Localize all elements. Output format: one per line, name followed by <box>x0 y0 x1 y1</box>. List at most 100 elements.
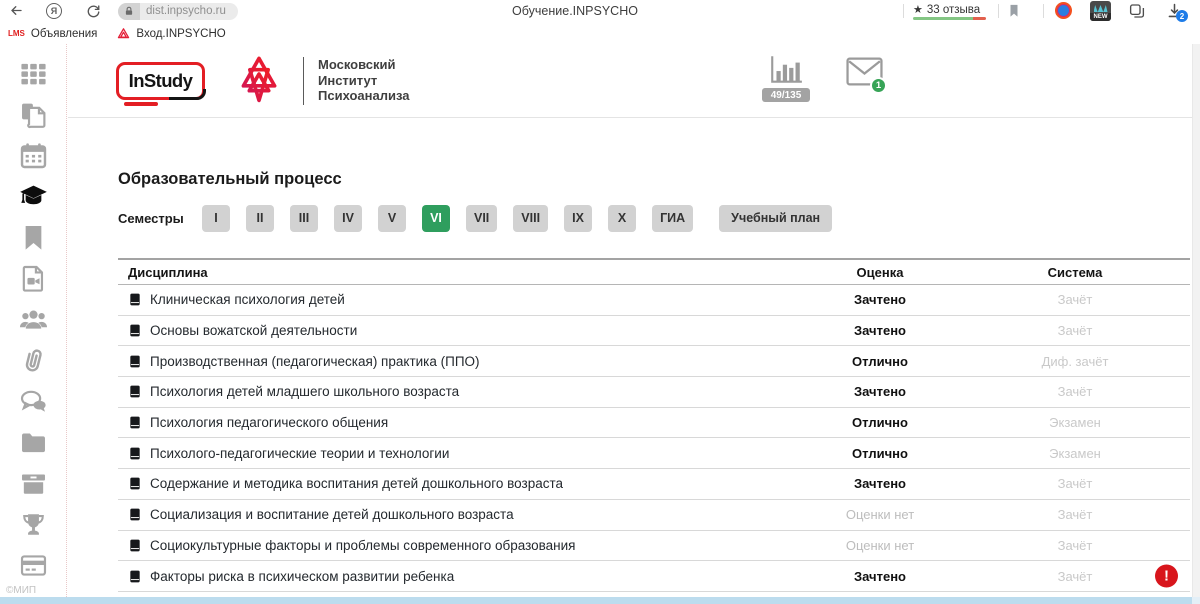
discipline-cell[interactable]: Психология детей младшего школьного возр… <box>118 384 800 399</box>
grade-value: Оценки нет <box>800 538 960 553</box>
instudy-logo[interactable]: InStudy <box>116 62 205 100</box>
semester-tab-VII[interactable]: VII <box>466 205 497 232</box>
app-header: InStudy Московский Институт Психоанализа… <box>68 44 1192 118</box>
discipline-name[interactable]: Клиническая психология детей <box>150 292 345 307</box>
discipline-name[interactable]: Основы вожатской деятельности <box>150 323 357 338</box>
new-label: NEW <box>1090 13 1111 21</box>
grade-value: Отлично <box>800 354 960 369</box>
table-row[interactable]: Содержание и методика воспитания детей д… <box>118 469 1190 500</box>
sidebar-item-apps[interactable] <box>18 58 48 88</box>
semester-tab-ГИА[interactable]: ГИА <box>652 205 693 232</box>
mip-logo[interactable] <box>231 53 287 109</box>
table-row[interactable]: Психология педагогического общенияОтличн… <box>118 408 1190 439</box>
divider <box>303 57 304 105</box>
discipline-name[interactable]: Содержание и методика воспитания детей д… <box>150 476 563 491</box>
calendar-icon <box>19 141 48 170</box>
discipline-cell[interactable]: Психология педагогического общения <box>118 415 800 430</box>
book-icon <box>128 538 142 553</box>
discipline-cell[interactable]: Социализация и воспитание детей дошкольн… <box>118 507 800 522</box>
bookmark-item-login[interactable]: Вход.INPSYCHO <box>117 27 225 40</box>
discipline-name[interactable]: Факторы риска в психическом развитии реб… <box>150 569 454 584</box>
table-row[interactable]: Основы вожатской деятельностиЗачтеноЗачё… <box>118 316 1190 347</box>
table-header: Дисциплина Оценка Система <box>118 258 1190 285</box>
sidebar-item-calendar[interactable] <box>18 140 48 170</box>
bookmarks-bar: LMS Объявления Вход.INPSYCHO <box>0 23 1200 44</box>
discipline-cell[interactable]: Психолого-педагогические теории и технол… <box>118 446 800 461</box>
sidebar-item-documents[interactable] <box>18 99 48 129</box>
grade-system: Диф. зачёт <box>960 354 1190 369</box>
discipline-name[interactable]: Психолого-педагогические теории и технол… <box>150 446 449 461</box>
discipline-cell[interactable]: Основы вожатской деятельности <box>118 323 800 338</box>
book-icon <box>128 476 142 491</box>
vertical-scrollbar[interactable] <box>1192 44 1200 597</box>
progress-badge[interactable]: 49/135 <box>762 88 810 102</box>
discipline-cell[interactable]: Содержание и методика воспитания детей д… <box>118 476 800 491</box>
back-button[interactable] <box>9 3 24 21</box>
copyright-label: ©МИП <box>6 585 36 596</box>
book-icon <box>128 569 142 584</box>
side-panels-button[interactable] <box>1128 2 1146 25</box>
browser-menu-icon[interactable]: Я <box>46 3 62 19</box>
table-row[interactable]: Клиническая психология детейЗачтеноЗачёт <box>118 285 1190 316</box>
grade-value: Зачтено <box>800 323 960 338</box>
table-row[interactable]: Психология детей младшего школьного возр… <box>118 377 1190 408</box>
discipline-cell[interactable]: Социокультурные факторы и проблемы совре… <box>118 538 800 553</box>
semester-tab-IV[interactable]: IV <box>334 205 362 232</box>
extension-new-icon[interactable]: NEW <box>1090 1 1111 21</box>
discipline-name[interactable]: Производственная (педагогическая) практи… <box>150 354 480 369</box>
progress-chart-icon[interactable] <box>768 54 804 86</box>
main-content: InStudy Московский Институт Психоанализа… <box>68 44 1192 597</box>
bookmark-item-announcements[interactable]: LMS Объявления <box>8 28 97 40</box>
semester-tab-VI[interactable]: VI <box>422 205 450 232</box>
discipline-cell[interactable]: Факторы риска в психическом развитии реб… <box>118 569 800 584</box>
address-bar[interactable]: dist.inpsycho.ru <box>118 3 238 20</box>
semesters-label: Семестры <box>118 211 202 226</box>
horizontal-scrollbar[interactable] <box>0 597 1192 604</box>
sidebar-item-video-materials[interactable] <box>18 263 48 293</box>
sidebar-item-attachments[interactable] <box>18 345 48 375</box>
discipline-name[interactable]: Социализация и воспитание детей дошкольн… <box>150 507 514 522</box>
table-row[interactable]: Социокультурные факторы и проблемы совре… <box>118 531 1190 562</box>
divider <box>1043 4 1044 18</box>
sidebar-item-messages[interactable] <box>18 386 48 416</box>
discipline-cell[interactable]: Производственная (педагогическая) практи… <box>118 354 800 369</box>
bookmark-page-button[interactable] <box>1007 3 1021 23</box>
semester-tab-VIII[interactable]: VIII <box>513 205 548 232</box>
semester-tab-V[interactable]: V <box>378 205 406 232</box>
lms-icon: LMS <box>8 29 25 38</box>
site-reviews[interactable]: ★ 33 отзыва <box>913 3 980 16</box>
semester-tab-IX[interactable]: IX <box>564 205 592 232</box>
refresh-button[interactable] <box>86 3 101 21</box>
book-icon <box>128 415 142 430</box>
semester-tabs: IIIIIIIVVVIVIIVIIIIXXГИАУчебный план <box>202 205 832 232</box>
discipline-cell[interactable]: Клиническая психология детей <box>118 292 800 307</box>
semester-tab-I[interactable]: I <box>202 205 230 232</box>
mail-button[interactable]: 1 <box>846 57 886 91</box>
table-row[interactable]: Социализация и воспитание детей дошкольн… <box>118 500 1190 531</box>
discipline-name[interactable]: Социокультурные факторы и проблемы совре… <box>150 538 575 553</box>
discipline-name[interactable]: Психология детей младшего школьного возр… <box>150 384 459 399</box>
archive-icon <box>19 469 48 498</box>
divider <box>903 4 904 18</box>
semester-tab-X[interactable]: X <box>608 205 636 232</box>
sidebar-item-bookmarks[interactable] <box>18 222 48 252</box>
semester-tab-II[interactable]: II <box>246 205 274 232</box>
sidebar-item-payments[interactable] <box>18 550 48 580</box>
institute-line: Психоанализа <box>318 88 410 104</box>
sidebar-item-education[interactable] <box>18 181 48 211</box>
reviews-rating-bar <box>913 17 986 20</box>
sidebar-item-achievements[interactable] <box>18 509 48 539</box>
table-row[interactable]: Психолого-педагогические теории и технол… <box>118 438 1190 469</box>
bookmark-flag-icon <box>1007 3 1021 18</box>
semester-tab-III[interactable]: III <box>290 205 318 232</box>
sidebar-item-groups[interactable] <box>18 304 48 334</box>
table-row[interactable]: Производственная (педагогическая) практи… <box>118 346 1190 377</box>
table-row[interactable]: Факторы риска в психическом развитии реб… <box>118 561 1190 592</box>
semester-tab-Учебный план[interactable]: Учебный план <box>719 205 832 232</box>
graduation-cap-icon <box>19 182 48 211</box>
alert-icon[interactable]: ! <box>1155 565 1178 588</box>
sidebar-item-files[interactable] <box>18 427 48 457</box>
discipline-name[interactable]: Психология педагогического общения <box>150 415 388 430</box>
sidebar-item-archive[interactable] <box>18 468 48 498</box>
extension-circle-icon[interactable] <box>1055 2 1072 19</box>
